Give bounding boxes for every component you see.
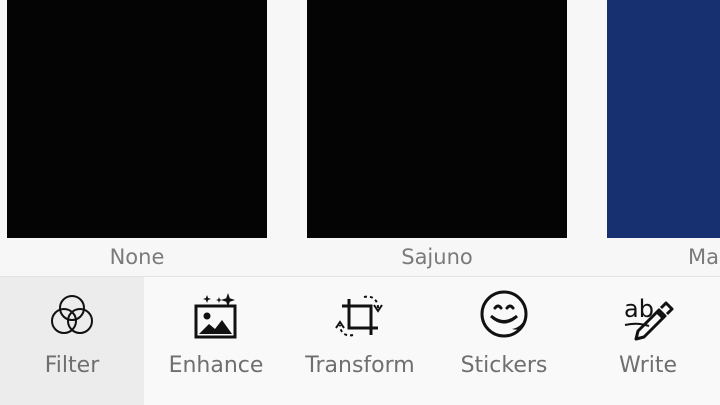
toolbar-transform-button[interactable]: Transform — [288, 277, 432, 405]
filter-preview-none[interactable] — [7, 0, 267, 238]
filter-icon — [45, 289, 99, 343]
filter-preview-ma[interactable] — [607, 0, 720, 238]
toolbar-enhance-button[interactable]: Enhance — [144, 277, 288, 405]
filter-label-none: None — [109, 245, 165, 269]
bottom-toolbar: Filter Enhance Transform Stickers ab Wri… — [0, 277, 720, 405]
toolbar-write-button[interactable]: ab Write — [576, 277, 720, 405]
transform-icon — [333, 289, 387, 343]
stickers-icon — [477, 289, 531, 343]
filter-option-sajuno[interactable]: Sajuno — [307, 0, 567, 276]
filter-option-ma[interactable]: Ma — [607, 0, 720, 276]
filter-preview-sajuno[interactable] — [307, 0, 567, 238]
filter-label-ma: Ma — [688, 245, 719, 269]
write-icon: ab — [621, 289, 675, 343]
toolbar-filter-button[interactable]: Filter — [0, 277, 144, 405]
enhance-icon — [189, 289, 243, 343]
transform-label: Transform — [305, 353, 415, 378]
photo-editor: None Sajuno Ma Filter Enhance Transform … — [0, 0, 720, 405]
write-label: Write — [618, 353, 678, 378]
filter-option-none[interactable]: None — [7, 0, 267, 276]
filter-label: Filter — [44, 353, 100, 378]
enhance-label: Enhance — [168, 353, 264, 378]
filter-label-sajuno: Sajuno — [401, 245, 473, 269]
filter-strip[interactable]: None Sajuno Ma — [0, 0, 720, 276]
toolbar-stickers-button[interactable]: Stickers — [432, 277, 576, 405]
stickers-label: Stickers — [460, 353, 548, 378]
